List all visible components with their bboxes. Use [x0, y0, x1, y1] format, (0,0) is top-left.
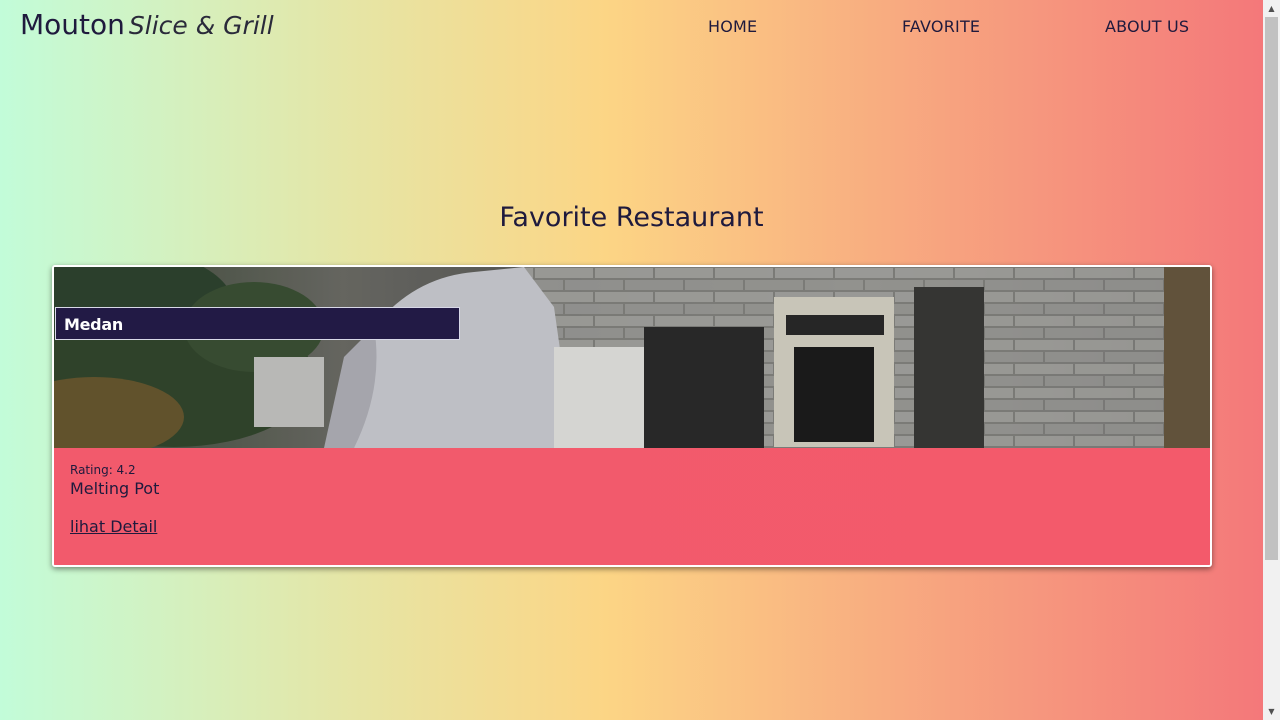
card-body: Rating: 4.2 Melting Pot lihat Detail: [54, 448, 1210, 565]
page-title: Favorite Restaurant: [499, 202, 764, 233]
view-detail-link[interactable]: lihat Detail: [70, 517, 157, 536]
nav-favorite-link[interactable]: FAVORITE: [902, 17, 980, 36]
restaurant-image: Medan: [54, 267, 1210, 448]
restaurant-rating: Rating: 4.2: [70, 463, 136, 477]
restaurant-name: Melting Pot: [70, 479, 160, 498]
nav-home-link[interactable]: HOME: [708, 17, 757, 36]
main-nav: HOME FAVORITE ABOUT US: [0, 17, 1263, 39]
nav-about-link[interactable]: ABOUT US: [1105, 17, 1189, 36]
arrow-up-icon[interactable]: ▲: [1263, 0, 1280, 17]
arrow-down-icon[interactable]: ▼: [1263, 703, 1280, 720]
restaurant-card: Medan Rating: 4.2 Melting Pot lihat Deta…: [52, 265, 1212, 567]
scrollbar-thumb[interactable]: [1265, 17, 1278, 560]
page: Mouton Slice & Grill HOME FAVORITE ABOUT …: [0, 0, 1263, 720]
vertical-scrollbar[interactable]: ▲ ▼: [1263, 0, 1280, 720]
city-badge: Medan: [55, 307, 460, 340]
